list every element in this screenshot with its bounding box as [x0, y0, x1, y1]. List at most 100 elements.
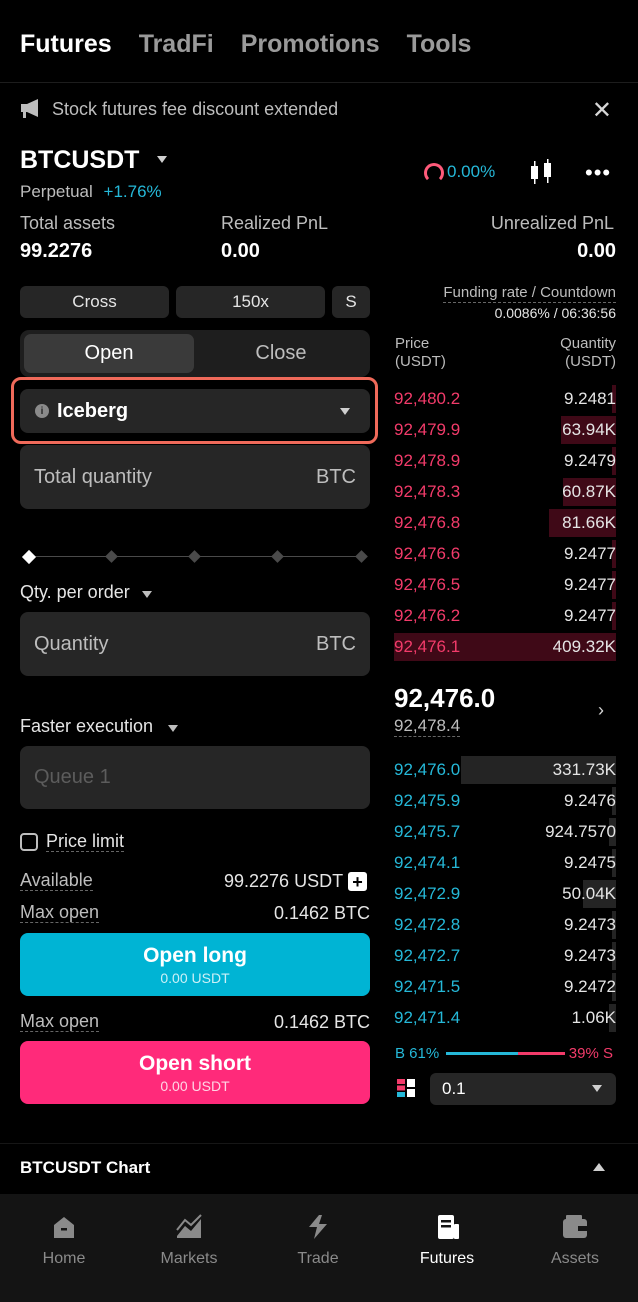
tab-promotions[interactable]: Promotions	[241, 30, 380, 59]
chevron-down-icon[interactable]	[168, 725, 178, 732]
unrealized-pnl-label: Unrealized PnL	[490, 213, 614, 233]
ask-quantity: 409.32K	[552, 637, 616, 656]
chevron-down-icon[interactable]	[142, 591, 152, 598]
quantity-placeholder: Quantity	[34, 632, 109, 655]
ask-quantity: 9.2477	[564, 606, 616, 625]
highlight-box	[11, 377, 378, 444]
leverage-button[interactable]: 150x	[176, 286, 325, 318]
ask-price: 92,476.1	[394, 637, 461, 656]
ask-quantity: 9.2477	[564, 544, 616, 563]
bid-row[interactable]: 92,474.1 9.2475	[394, 849, 616, 877]
faster-execution-dropdown[interactable]: Faster execution	[20, 716, 153, 737]
nav-trade[interactable]: Trade	[254, 1194, 382, 1302]
total-quantity-input[interactable]: Total quantity BTC	[20, 445, 370, 509]
ask-row[interactable]: 92,476.1 409.32K	[394, 633, 616, 661]
nav-markets-label: Markets	[160, 1250, 218, 1267]
tab-tools[interactable]: Tools	[407, 30, 472, 59]
bid-row[interactable]: 92,476.0 331.73K	[394, 756, 616, 784]
nav-markets[interactable]: Markets	[125, 1194, 253, 1302]
buy-ratio-bar	[446, 1052, 518, 1055]
quantity-input[interactable]: Quantity BTC	[20, 612, 370, 676]
queue-placeholder: Queue 1	[34, 766, 111, 788]
tab-close[interactable]: Close	[196, 334, 366, 373]
ask-row[interactable]: 92,479.9 63.94K	[394, 416, 616, 444]
chart-section-title[interactable]: BTCUSDT Chart	[20, 1158, 150, 1178]
ask-quantity: 9.2479	[564, 451, 616, 470]
bid-quantity: 9.2473	[564, 946, 616, 965]
open-long-label: Open long	[143, 943, 247, 967]
bid-row[interactable]: 92,475.9 9.2476	[394, 787, 616, 815]
queue-input[interactable]: Queue 1	[20, 746, 370, 809]
nav-assets-label: Assets	[550, 1250, 599, 1267]
tab-tradfi[interactable]: TradFi	[139, 30, 214, 59]
nav-futures[interactable]: Futures	[383, 1194, 511, 1302]
announcement-banner[interactable]: Stock futures fee discount extended ✕	[20, 96, 618, 125]
open-short-label: Open short	[138, 1051, 251, 1075]
bid-quantity: 331.73K	[552, 760, 616, 779]
bid-row[interactable]: 92,472.7 9.2473	[394, 942, 616, 970]
ask-row[interactable]: 92,476.5 9.2477	[394, 571, 616, 599]
funding-indicator[interactable]: 0.00%	[447, 162, 495, 182]
price-limit-label[interactable]: Price limit	[46, 831, 125, 852]
max-open-short-value: 0.1462 BTC	[274, 1012, 371, 1032]
chevron-right-icon[interactable]: ›	[598, 700, 604, 721]
slider-stop[interactable]	[355, 550, 368, 563]
bid-row[interactable]: 92,472.8 9.2473	[394, 911, 616, 939]
bid-price: 92,474.1	[394, 853, 461, 872]
bid-row[interactable]: 92,475.7 924.7570	[394, 818, 616, 846]
open-long-button[interactable]: Open long 0.00 USDT	[20, 933, 370, 996]
ask-quantity: 9.2477	[564, 575, 616, 594]
ask-price: 92,478.9	[394, 451, 461, 470]
margin-mode-button[interactable]: Cross	[20, 286, 169, 318]
orderbook-layout-icon[interactable]	[397, 1079, 415, 1097]
bid-row[interactable]: 92,472.9 50.04K	[394, 880, 616, 908]
total-assets-value: 99.2276	[20, 240, 93, 262]
ask-price: 92,476.2	[394, 606, 461, 625]
nav-home[interactable]: Home	[0, 1194, 128, 1302]
price-limit-checkbox[interactable]	[20, 833, 38, 851]
ask-quantity: 9.2481	[564, 389, 616, 408]
chevron-up-icon[interactable]	[593, 1163, 605, 1171]
slider-handle[interactable]	[21, 549, 37, 565]
wallet-icon	[563, 1215, 587, 1238]
ask-row[interactable]: 92,476.8 81.66K	[394, 509, 616, 537]
bottom-nav: Home Markets Trade Futures Assets	[0, 1194, 638, 1302]
ask-row[interactable]: 92,476.2 9.2477	[394, 602, 616, 630]
ask-quantity: 63.94K	[562, 420, 616, 439]
ask-row[interactable]: 92,478.9 9.2479	[394, 447, 616, 475]
slider-stop[interactable]	[105, 550, 118, 563]
open-short-cost: 0.00 USDT	[160, 1077, 230, 1094]
depth-step-select[interactable]: 0.1	[430, 1073, 616, 1105]
chevron-down-icon[interactable]	[157, 156, 167, 163]
slider-stop[interactable]	[188, 550, 201, 563]
quantity-header: Quantity (USDT)	[560, 335, 616, 370]
tab-open[interactable]: Open	[24, 334, 194, 373]
divider	[0, 82, 638, 83]
tab-futures[interactable]: Futures	[20, 30, 112, 59]
bid-price: 92,471.5	[394, 977, 461, 996]
bid-quantity: 50.04K	[562, 884, 616, 903]
add-funds-icon[interactable]: +	[348, 872, 367, 891]
position-side-button[interactable]: S	[332, 286, 370, 318]
ask-row[interactable]: 92,476.6 9.2477	[394, 540, 616, 568]
nav-trade-label: Trade	[297, 1250, 339, 1267]
gauge-icon[interactable]	[424, 163, 444, 183]
slider-stop[interactable]	[271, 550, 284, 563]
ask-row[interactable]: 92,478.3 60.87K	[394, 478, 616, 506]
close-icon[interactable]: ✕	[592, 96, 612, 125]
pair-symbol[interactable]: BTCUSDT	[20, 146, 139, 175]
funding-label[interactable]: Funding rate / Countdown	[443, 284, 616, 303]
funding-value: 0.0086% / 06:36:56	[494, 305, 616, 321]
bid-row[interactable]: 92,471.4 1.06K	[394, 1004, 616, 1032]
nav-futures-label: Futures	[419, 1250, 475, 1267]
bid-quantity: 9.2475	[564, 853, 616, 872]
qty-per-order-dropdown[interactable]: Qty. per order	[20, 582, 130, 603]
open-short-button[interactable]: Open short 0.00 USDT	[20, 1041, 370, 1104]
bid-price: 92,471.4	[394, 1008, 461, 1027]
more-icon[interactable]: •••	[585, 162, 611, 184]
ask-row[interactable]: 92,480.2 9.2481	[394, 385, 616, 413]
bid-row[interactable]: 92,471.5 9.2472	[394, 973, 616, 1001]
nav-assets[interactable]: Assets	[511, 1194, 638, 1302]
candlestick-chart-icon[interactable]	[528, 158, 554, 186]
banner-text: Stock futures fee discount extended	[52, 98, 339, 119]
